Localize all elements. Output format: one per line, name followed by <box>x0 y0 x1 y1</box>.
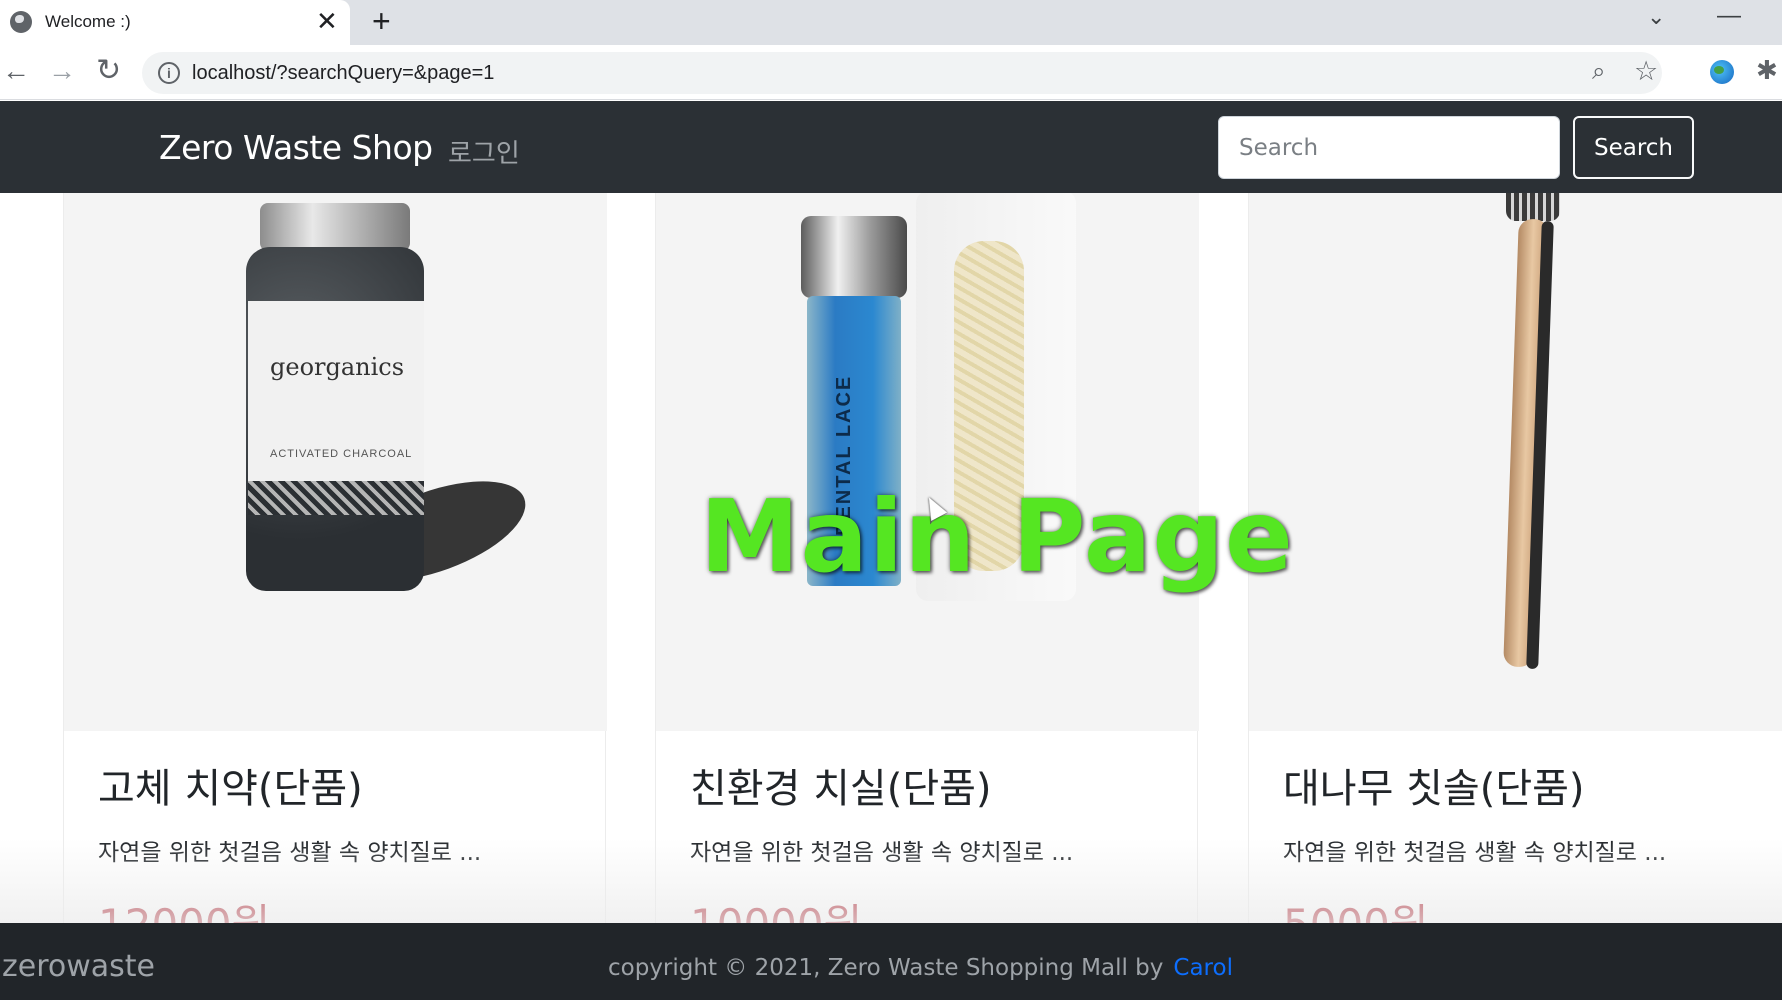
site-navbar: Zero Waste Shop 로그인 Search <box>0 101 1782 193</box>
minimize-button[interactable]: — <box>1717 2 1741 30</box>
overlay-caption: Main Page <box>700 478 1294 595</box>
url-text[interactable]: localhost/?searchQuery=&page=1 <box>192 62 494 85</box>
jar-brand-text: georganics <box>270 353 405 381</box>
product-description: 자연을 위한 첫걸음 생활 속 양치질로 ... <box>98 840 482 866</box>
jar-graphic: georganics ACTIVATED CHARCOAL <box>246 203 424 593</box>
chevron-down-icon[interactable]: ⌄ <box>1647 4 1665 30</box>
brand-link[interactable]: Zero Waste Shop <box>159 128 433 167</box>
jar-sub-text: ACTIVATED CHARCOAL <box>270 448 413 460</box>
back-arrow-icon[interactable]: ← <box>2 54 30 88</box>
search-button[interactable]: Search <box>1573 116 1694 179</box>
product-image-dental-floss[interactable]: DENTAL LACE <box>656 193 1199 731</box>
browser-tab-bar: Welcome :) ✕ + ⌄ — <box>0 0 1782 45</box>
product-card[interactable]: 대나무 칫솔(단품) 자연을 위한 첫걸음 생활 속 양치질로 ... 5000… <box>1248 193 1782 923</box>
author-link[interactable]: Carol <box>1173 955 1233 981</box>
product-title[interactable]: 고체 치약(단품) <box>98 756 363 814</box>
footer-copyright: copyright © 2021, Zero Waste Shopping Ma… <box>608 955 1233 981</box>
extensions-puzzle-icon[interactable]: ✱ <box>1756 55 1778 86</box>
forward-arrow-icon[interactable]: → <box>48 54 76 88</box>
product-description: 자연을 위한 첫걸음 생활 속 양치질로 ... <box>1283 840 1667 866</box>
address-bar[interactable]: i localhost/?searchQuery=&page=1 ⌕ ☆ <box>142 52 1662 94</box>
close-tab-icon[interactable]: ✕ <box>316 6 338 36</box>
product-price: 10000원 <box>690 891 862 923</box>
info-icon[interactable]: i <box>158 62 180 84</box>
browser-tab[interactable]: Welcome :) ✕ <box>0 0 350 45</box>
product-price: 12000원 <box>98 891 270 923</box>
product-title[interactable]: 대나무 칫솔(단품) <box>1283 756 1585 814</box>
browser-toolbar: ← → ↻ i localhost/?searchQuery=&page=1 ⌕… <box>0 45 1782 100</box>
tab-title: Welcome :) <box>45 12 131 31</box>
zoom-icon[interactable]: ⌕ <box>1592 58 1605 86</box>
product-price: 5000원 <box>1283 891 1429 923</box>
copyright-text: copyright © 2021, Zero Waste Shopping Ma… <box>608 955 1164 981</box>
login-link[interactable]: 로그인 <box>448 133 520 170</box>
bookmark-star-icon[interactable]: ☆ <box>1634 56 1658 87</box>
reload-icon[interactable]: ↻ <box>96 54 121 88</box>
product-image-charcoal-toothtablets[interactable]: georganics ACTIVATED CHARCOAL <box>64 193 607 731</box>
footer-brand: zerowaste <box>2 949 156 984</box>
toothbrush-bristles <box>1506 193 1560 221</box>
product-image-bamboo-toothbrush[interactable] <box>1249 193 1782 731</box>
site-footer: zerowaste copyright © 2021, Zero Waste S… <box>0 923 1782 1000</box>
product-title[interactable]: 친환경 치실(단품) <box>690 756 992 814</box>
globe-icon <box>10 11 32 33</box>
new-tab-button[interactable]: + <box>372 3 391 39</box>
extension-globe-icon[interactable] <box>1710 60 1734 84</box>
search-input[interactable] <box>1218 116 1560 179</box>
product-card[interactable]: georganics ACTIVATED CHARCOAL 고체 치약(단품) … <box>63 193 607 923</box>
product-description: 자연을 위한 첫걸음 생활 속 양치질로 ... <box>690 840 1074 866</box>
